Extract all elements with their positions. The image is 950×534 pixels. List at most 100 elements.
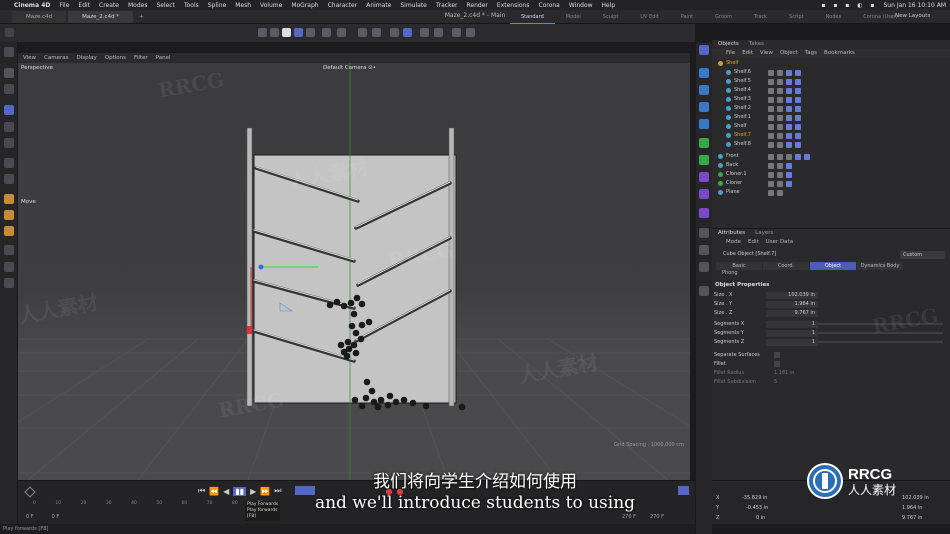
subtab-coord[interactable]: Coord.	[763, 262, 809, 270]
size-z-readout[interactable]: 9.767 in	[902, 515, 922, 521]
render-icon[interactable]	[699, 286, 709, 296]
layout-groom[interactable]: Groom	[704, 10, 743, 24]
object-row[interactable]: Shelf.8	[726, 140, 946, 149]
om-menu-tags[interactable]: Tags	[805, 49, 817, 58]
material-tag-icon[interactable]	[795, 105, 801, 112]
viewport-menu-cameras[interactable]: Cameras	[44, 53, 68, 63]
dynamics-tag-icon[interactable]	[786, 87, 792, 94]
extrude-icon[interactable]	[4, 158, 14, 168]
enable-icon[interactable]	[777, 180, 783, 187]
edges-mode-icon[interactable]	[282, 28, 291, 37]
dynamics-tag-icon[interactable]	[786, 171, 792, 178]
om-menu-bookmarks[interactable]: Bookmarks	[824, 49, 855, 58]
new-layouts-dropdown[interactable]: New Layouts	[895, 13, 930, 19]
menu-create[interactable]: Create	[99, 2, 119, 9]
visibility-icon[interactable]	[768, 189, 774, 196]
menu-extensions[interactable]: Extensions	[497, 2, 530, 9]
enable-icon[interactable]	[777, 96, 783, 103]
enable-icon[interactable]	[777, 87, 783, 94]
attr-menu-mode[interactable]: Mode	[726, 238, 741, 247]
enable-icon[interactable]	[777, 132, 783, 139]
attr-menu-userdata[interactable]: User Data	[766, 238, 793, 247]
viewport-menu-display[interactable]: Display	[77, 53, 97, 63]
gizmo-z-handle[interactable]	[258, 264, 264, 270]
viewport-menu-view[interactable]: View	[23, 53, 36, 63]
menu-spline[interactable]: Spline	[208, 2, 226, 9]
material-tag-icon[interactable]	[795, 69, 801, 76]
hair-icon[interactable]	[699, 208, 709, 218]
text-icon[interactable]	[699, 102, 709, 112]
knife-icon[interactable]	[4, 174, 14, 184]
tab-takes[interactable]: Takes	[749, 40, 764, 49]
menu-mesh[interactable]: Mesh	[235, 2, 251, 9]
om-menu-object[interactable]: Object	[780, 49, 798, 58]
layout-track[interactable]: Track	[743, 10, 778, 24]
object-row[interactable]: Shelf.6	[726, 68, 946, 77]
visibility-icon[interactable]	[768, 171, 774, 178]
object-row[interactable]: Front	[718, 152, 946, 161]
segments-z-slider[interactable]	[818, 341, 943, 343]
undo-icon[interactable]	[5, 28, 14, 37]
subtab-object[interactable]: Object	[810, 262, 856, 270]
menu-tools[interactable]: Tools	[184, 2, 199, 9]
object-row[interactable]: Back	[718, 161, 946, 170]
tag-icon[interactable]	[4, 278, 14, 288]
sculpt-icon[interactable]	[4, 262, 14, 272]
layout-script[interactable]: Script	[778, 10, 815, 24]
cloner-icon[interactable]	[699, 138, 709, 148]
prop-value[interactable]: 102.039 in	[766, 291, 818, 299]
material-tag-icon[interactable]	[804, 153, 810, 160]
render-view-icon[interactable]	[452, 28, 461, 37]
new-tab-icon[interactable]: +	[135, 11, 148, 23]
viewport[interactable]: Perspective Default Camera ⊙• Move Grid …	[18, 63, 690, 480]
object-row[interactable]: Shelf.4	[726, 86, 946, 95]
enable-icon[interactable]	[777, 171, 783, 178]
preset-dropdown[interactable]: Custom	[900, 251, 945, 259]
light-icon[interactable]	[699, 262, 709, 272]
menu-animate[interactable]: Animate	[366, 2, 391, 9]
object-row[interactable]: Shelf.1	[726, 113, 946, 122]
polygons-mode-icon[interactable]	[294, 28, 303, 37]
camera-icon[interactable]	[699, 245, 709, 255]
menu-corona[interactable]: Corona	[539, 2, 560, 9]
object-row-selected[interactable]: Shelf.7	[726, 131, 946, 140]
om-menu-view[interactable]: View	[760, 49, 773, 58]
separate-surfaces-checkbox[interactable]	[774, 352, 780, 358]
visibility-icon[interactable]	[768, 105, 774, 112]
enable-icon[interactable]	[777, 141, 783, 148]
material-tag-icon[interactable]	[795, 96, 801, 103]
snap-settings-icon[interactable]	[403, 28, 412, 37]
scene-icon[interactable]	[699, 228, 709, 238]
menu-character[interactable]: Character	[328, 2, 358, 9]
material-tag-icon[interactable]	[795, 132, 801, 139]
menu-render[interactable]: Render	[467, 2, 488, 9]
material-tag-icon[interactable]	[795, 123, 801, 130]
menu-edit[interactable]: Edit	[78, 2, 90, 9]
effector-icon[interactable]	[699, 155, 709, 165]
grid-icon[interactable]	[434, 28, 443, 37]
enable-icon[interactable]	[777, 114, 783, 121]
workplane-icon[interactable]	[420, 28, 429, 37]
layout-paint[interactable]: Paint	[670, 10, 704, 24]
frame-start-field[interactable]: 0 F	[26, 514, 34, 520]
visibility-icon[interactable]	[768, 78, 774, 85]
checker-tag-icon[interactable]	[786, 153, 792, 160]
dynamics-tag-icon[interactable]	[786, 78, 792, 85]
menu-simulate[interactable]: Simulate	[400, 2, 427, 9]
menu-help[interactable]: Help	[602, 2, 616, 9]
object-row[interactable]: Shelf.3	[726, 95, 946, 104]
layout-uv-edit[interactable]: UV Edit	[629, 10, 669, 24]
visibility-icon[interactable]	[768, 123, 774, 130]
layout-model[interactable]: Model	[555, 10, 592, 24]
enable-icon[interactable]	[777, 189, 783, 196]
separate-surfaces-row[interactable]: Separate Surfaces	[714, 351, 946, 359]
field-icon[interactable]	[699, 189, 709, 199]
dynamics-tag-icon[interactable]	[786, 132, 792, 139]
app-menu[interactable]: Cinema 4D	[14, 2, 50, 9]
material-tag-icon[interactable]	[795, 141, 801, 148]
fillet-row[interactable]: Fillet	[714, 360, 946, 368]
segments-z-field[interactable]: Segments Z 1	[714, 338, 946, 346]
visibility-icon[interactable]	[768, 153, 774, 160]
dynamics-tag-icon[interactable]	[786, 69, 792, 76]
spline-icon[interactable]	[699, 85, 709, 95]
